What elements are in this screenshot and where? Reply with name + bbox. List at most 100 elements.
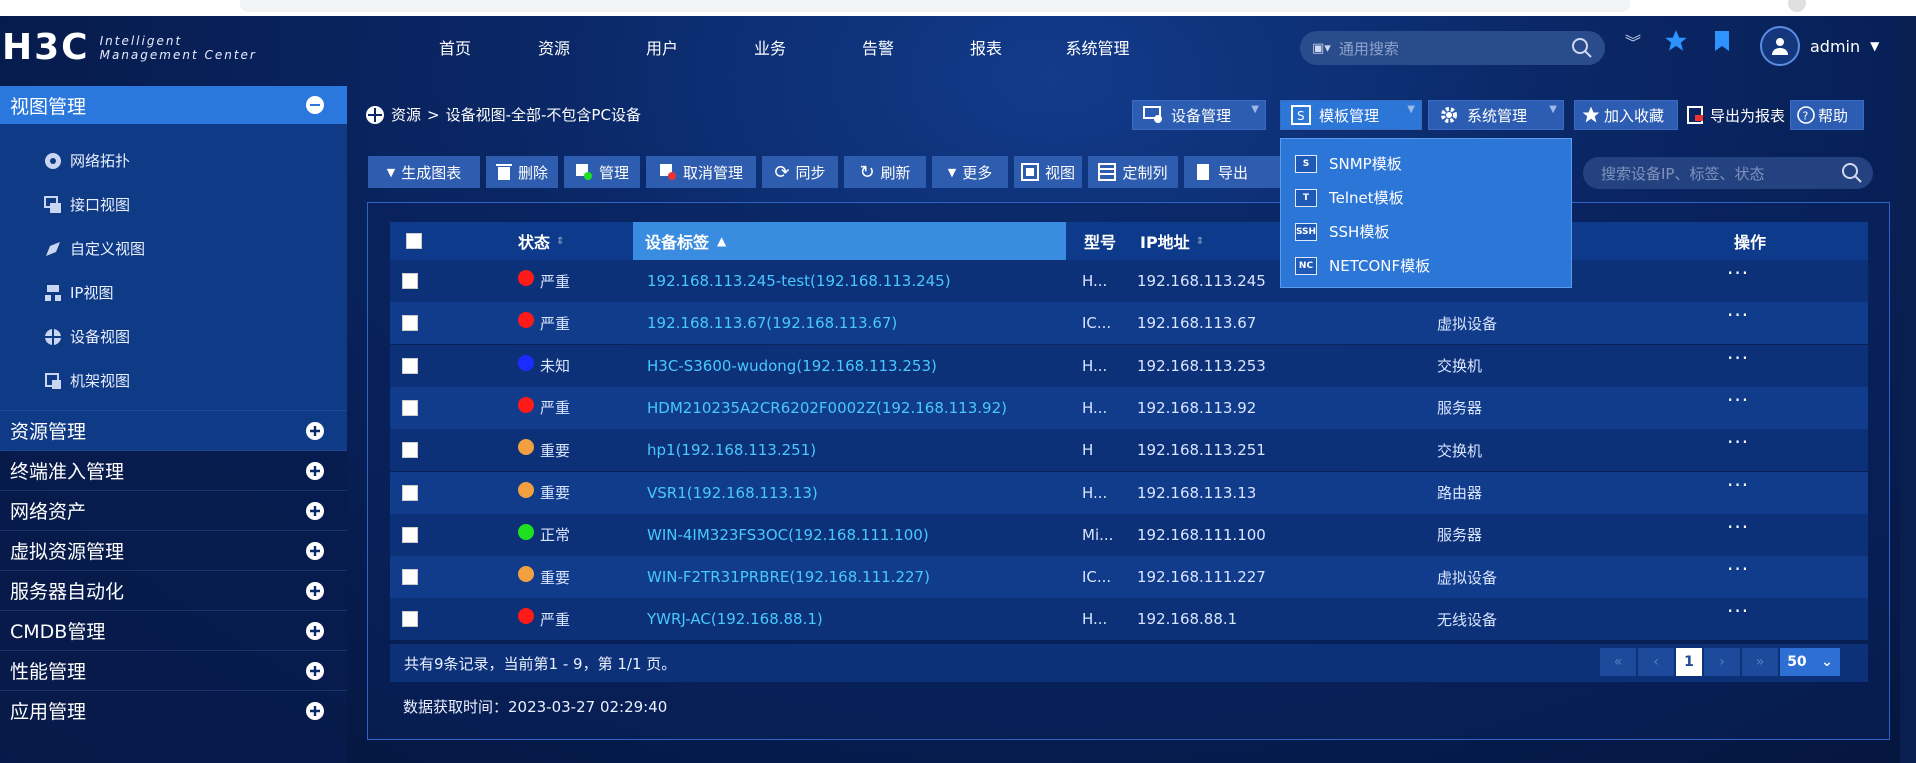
search-input[interactable]: 通用搜索 <box>1339 38 1571 59</box>
table-row[interactable]: 严重 HDM210235A2CR6202F0002Z(192.168.113.92… <box>390 386 1868 429</box>
row-checkbox[interactable] <box>402 345 418 387</box>
device-label-link[interactable]: H3C-S3600-wudong(192.168.113.253) <box>647 345 937 387</box>
export-report-button[interactable]: 导出为报表 <box>1682 100 1802 130</box>
row-checkbox[interactable] <box>402 514 418 556</box>
expand-icon[interactable] <box>305 501 325 521</box>
user-avatar[interactable] <box>1760 26 1800 66</box>
custom-columns-button[interactable]: 定制列 <box>1088 156 1178 188</box>
device-label-link[interactable]: HDM210235A2CR6202F0002Z(192.168.113.92) <box>647 387 1007 429</box>
row-checkbox[interactable] <box>402 598 418 640</box>
expand-icon[interactable] <box>305 581 325 601</box>
more-actions-icon[interactable]: ··· <box>1727 556 1749 598</box>
more-actions-icon[interactable]: ··· <box>1727 387 1749 429</box>
sidebar-group-cmdb[interactable]: CMDB管理 <box>0 610 347 650</box>
table-row[interactable]: 重要 VSR1(192.168.113.13) H... 192.168.113.13… <box>390 471 1868 514</box>
expand-icon[interactable] <box>305 461 325 481</box>
system-mgmt-button[interactable]: 系统管理 ▼ <box>1428 100 1564 130</box>
next-page-button[interactable]: › <box>1704 648 1740 676</box>
sidebar-item-custom-view[interactable]: 自定义视图 <box>44 238 145 259</box>
last-page-button[interactable]: » <box>1742 648 1778 676</box>
nav-users[interactable]: 用户 <box>608 35 716 59</box>
more-actions-icon[interactable]: ··· <box>1727 514 1749 556</box>
nav-alarms[interactable]: 告警 <box>824 35 932 59</box>
nav-home[interactable]: 首页 <box>410 35 500 59</box>
expand-icon[interactable] <box>305 421 325 441</box>
collapse-icon[interactable] <box>305 95 325 115</box>
more-actions-icon[interactable]: ··· <box>1727 598 1749 640</box>
sidebar-group-server-auto[interactable]: 服务器自动化 <box>0 570 347 610</box>
more-actions-icon[interactable]: ··· <box>1727 345 1749 387</box>
user-menu[interactable]: admin ▼ <box>1760 26 1879 66</box>
row-checkbox[interactable] <box>402 556 418 598</box>
menu-item-telnet[interactable]: T Telnet模板 <box>1295 187 1404 208</box>
sidebar-group-assets[interactable]: 网络资产 <box>0 490 347 530</box>
sidebar-item-rack-view[interactable]: 机架视图 <box>44 370 130 391</box>
device-label-link[interactable]: VSR1(192.168.113.13) <box>647 472 818 514</box>
username[interactable]: admin <box>1810 37 1860 56</box>
select-all-checkbox[interactable] <box>406 222 422 260</box>
page-size-select[interactable]: 50 ⌄ <box>1780 648 1840 676</box>
device-label-link[interactable]: WIN-4IM323FS3OC(192.168.111.100) <box>647 514 929 556</box>
device-label-link[interactable]: 192.168.113.245-test(192.168.113.245) <box>647 260 951 302</box>
star-icon[interactable] <box>1663 28 1689 54</box>
more-actions-icon[interactable]: ··· <box>1727 472 1749 514</box>
table-row[interactable]: 严重 YWRJ-AC(192.168.88.1) H... 192.168.88.1 无… <box>390 598 1868 641</box>
favorite-button[interactable]: 加入收藏 <box>1574 100 1678 130</box>
sync-button[interactable]: ⟳ 同步 <box>762 156 838 188</box>
global-search[interactable]: ▣▾ 通用搜索 <box>1300 31 1605 65</box>
delete-button[interactable]: 删除 <box>486 156 558 188</box>
chevron-down-icon[interactable]: ▼ <box>1870 39 1879 53</box>
device-label-link[interactable]: hp1(192.168.113.251) <box>647 429 816 471</box>
table-row[interactable]: 重要 hp1(192.168.113.251) H 192.168.113.251 交换… <box>390 429 1868 472</box>
table-row[interactable]: 重要 WIN-F2TR31PRBRE(192.168.111.227) IC... 1… <box>390 556 1868 599</box>
template-mgmt-button[interactable]: S 模板管理 ▼ <box>1280 100 1422 130</box>
export-button[interactable]: 导出 <box>1184 156 1280 188</box>
more-actions-icon[interactable]: ··· <box>1727 260 1749 302</box>
menu-item-snmp[interactable]: S SNMP模板 <box>1295 153 1402 174</box>
device-mgmt-button[interactable]: 设备管理 ▼ <box>1132 100 1266 130</box>
nav-system[interactable]: 系统管理 <box>1040 35 1155 59</box>
table-row[interactable]: 未知 H3C-S3600-wudong(192.168.113.253) H... 1… <box>390 344 1868 387</box>
sidebar-item-interface[interactable]: 接口视图 <box>44 194 130 215</box>
sidebar-item-ip-view[interactable]: IP视图 <box>44 282 113 303</box>
unmanage-button[interactable]: 取消管理 <box>646 156 756 188</box>
breadcrumb-root[interactable]: 资源 <box>391 104 421 125</box>
device-label-link[interactable]: YWRJ-AC(192.168.88.1) <box>647 598 823 640</box>
sidebar-group-resources[interactable]: 资源管理 <box>0 410 347 450</box>
device-search-input[interactable]: 搜索设备IP、标签、状态 <box>1583 157 1873 189</box>
col-label[interactable]: 设备标签 ▲ <box>633 222 1066 260</box>
sidebar-item-device-view[interactable]: 设备视图 <box>44 326 130 347</box>
row-checkbox[interactable] <box>402 387 418 429</box>
sidebar-group-virtual[interactable]: 虚拟资源管理 <box>0 530 347 570</box>
row-checkbox[interactable] <box>402 472 418 514</box>
prev-page-button[interactable]: ‹ <box>1638 648 1674 676</box>
nav-reports[interactable]: 报表 <box>932 35 1040 59</box>
table-row[interactable]: 严重 192.168.113.67(192.168.113.67) IC... 192… <box>390 302 1868 345</box>
generate-chart-button[interactable]: ▼ 生成图表 <box>368 156 480 188</box>
search-scope-icon[interactable]: ▣▾ <box>1312 41 1331 56</box>
expand-icon[interactable] <box>305 701 325 721</box>
help-button[interactable]: ? 帮助 <box>1790 100 1864 130</box>
browser-url-bar[interactable] <box>240 0 1630 12</box>
h3c-logo[interactable]: H3C Intelligent Management Center <box>2 30 257 66</box>
expand-icon[interactable] <box>305 661 325 681</box>
expand-icon[interactable] <box>305 621 325 641</box>
col-model[interactable]: 型号 <box>1084 222 1116 260</box>
row-checkbox[interactable] <box>402 260 418 302</box>
search-icon[interactable] <box>1841 162 1863 184</box>
more-actions-icon[interactable]: ··· <box>1727 302 1749 344</box>
view-button[interactable]: 视图 <box>1014 156 1082 188</box>
device-label-link[interactable]: WIN-F2TR31PRBRE(192.168.111.227) <box>647 556 930 598</box>
browser-profile-icon[interactable] <box>1788 0 1806 12</box>
current-page[interactable]: 1 <box>1676 648 1702 676</box>
menu-item-ssh[interactable]: SSH SSH模板 <box>1295 221 1389 242</box>
first-page-button[interactable]: « <box>1600 648 1636 676</box>
scrollbar[interactable] <box>1900 16 1916 763</box>
manage-button[interactable]: 管理 <box>564 156 640 188</box>
sidebar-item-topology[interactable]: 网络拓扑 <box>44 150 130 171</box>
nav-resources[interactable]: 资源 <box>500 35 608 59</box>
more-actions-icon[interactable]: ··· <box>1727 429 1749 471</box>
sidebar-group-performance[interactable]: 性能管理 <box>0 650 347 690</box>
nav-business[interactable]: 业务 <box>716 35 824 59</box>
device-label-link[interactable]: 192.168.113.67(192.168.113.67) <box>647 302 897 344</box>
